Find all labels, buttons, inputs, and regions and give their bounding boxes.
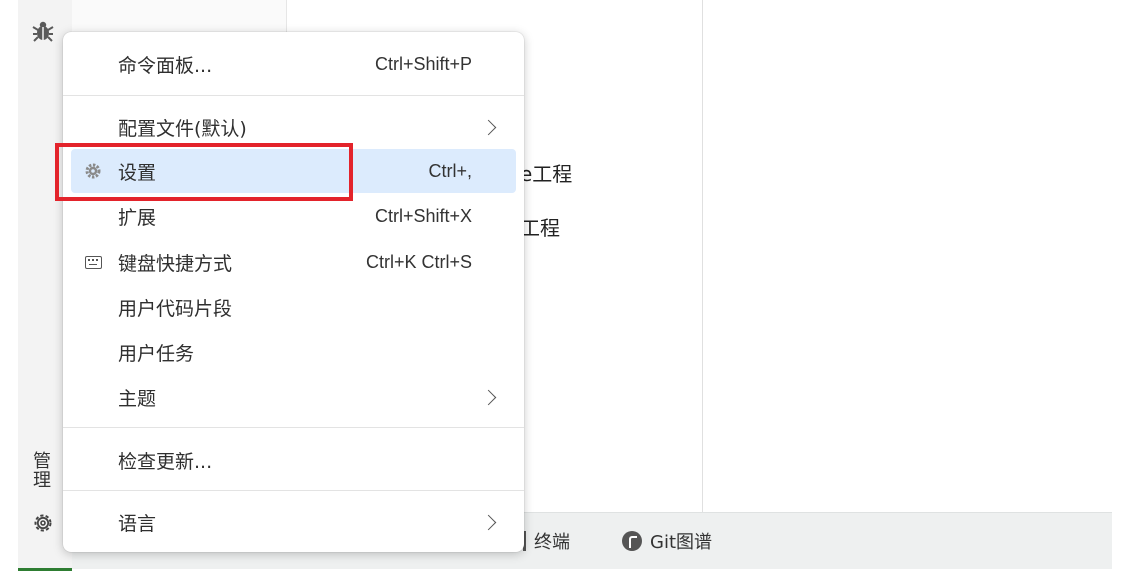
- activity-bar-accent: [18, 568, 72, 571]
- menu-item-shortcut: Ctrl+Shift+P: [374, 53, 472, 74]
- menu-item-keyboard-shortcuts[interactable]: 键盘快捷方式 Ctrl+K Ctrl+S: [71, 240, 516, 284]
- debug-icon[interactable]: [30, 18, 56, 44]
- menu-item-label: 命令面板...: [118, 54, 213, 77]
- git-graph-tab[interactable]: Git图谱: [622, 528, 712, 554]
- menu-item-profiles[interactable]: 配置文件(默认): [71, 105, 516, 149]
- chevron-right-icon: [480, 119, 497, 135]
- manage-label[interactable]: 管理: [30, 452, 54, 490]
- menu-separator: [63, 95, 524, 96]
- gear-icon: [83, 161, 103, 181]
- menu-item-command-palette[interactable]: 命令面板... Ctrl+Shift+P: [71, 42, 516, 86]
- git-graph-tab-label: Git图谱: [650, 532, 713, 553]
- menu-item-extensions[interactable]: 扩展 Ctrl+Shift+X: [71, 194, 516, 238]
- menu-separator: [63, 490, 524, 491]
- git-graph-icon: [622, 531, 642, 551]
- menu-item-label: 扩展: [118, 206, 157, 229]
- terminal-tab[interactable]: 终端: [516, 528, 570, 554]
- menu-item-themes[interactable]: 主题: [71, 375, 516, 419]
- menu-item-check-updates[interactable]: 检查更新...: [71, 438, 516, 482]
- menu-item-label: 用户任务: [118, 342, 195, 365]
- menu-item-shortcut: Ctrl+K Ctrl+S: [365, 251, 472, 272]
- menu-item-label: 主题: [118, 387, 157, 410]
- manage-gear-icon[interactable]: [30, 510, 56, 536]
- menu-item-shortcut: Ctrl+,: [428, 160, 472, 181]
- menu-item-shortcut: Ctrl+Shift+X: [374, 205, 472, 226]
- chevron-right-icon: [480, 389, 497, 405]
- manage-context-menu: 命令面板... Ctrl+Shift+P 配置文件(默认) 设置 Ctrl+, …: [63, 32, 524, 552]
- menu-item-label: 语言: [118, 512, 157, 535]
- menu-item-label: 设置: [118, 161, 157, 184]
- menu-item-user-tasks[interactable]: 用户任务: [71, 330, 516, 374]
- menu-separator: [63, 427, 524, 428]
- chevron-right-icon: [480, 514, 497, 530]
- menu-item-language[interactable]: 语言: [71, 500, 516, 544]
- menu-item-label: 键盘快捷方式: [118, 252, 233, 275]
- keyboard-icon: [83, 252, 103, 272]
- menu-item-user-snippets[interactable]: 用户代码片段: [71, 285, 516, 329]
- terminal-tab-label: 终端: [534, 532, 570, 553]
- menu-item-label: 配置文件(默认): [118, 117, 247, 140]
- activity-top-icon[interactable]: [30, 0, 56, 4]
- background-text-1: e工程: [520, 162, 573, 186]
- menu-item-label: 检查更新...: [118, 450, 213, 473]
- editor-split-divider[interactable]: [702, 0, 703, 512]
- menu-item-settings[interactable]: 设置 Ctrl+,: [71, 149, 516, 193]
- background-text-2: 工程: [520, 216, 560, 240]
- menu-item-label: 用户代码片段: [118, 297, 233, 320]
